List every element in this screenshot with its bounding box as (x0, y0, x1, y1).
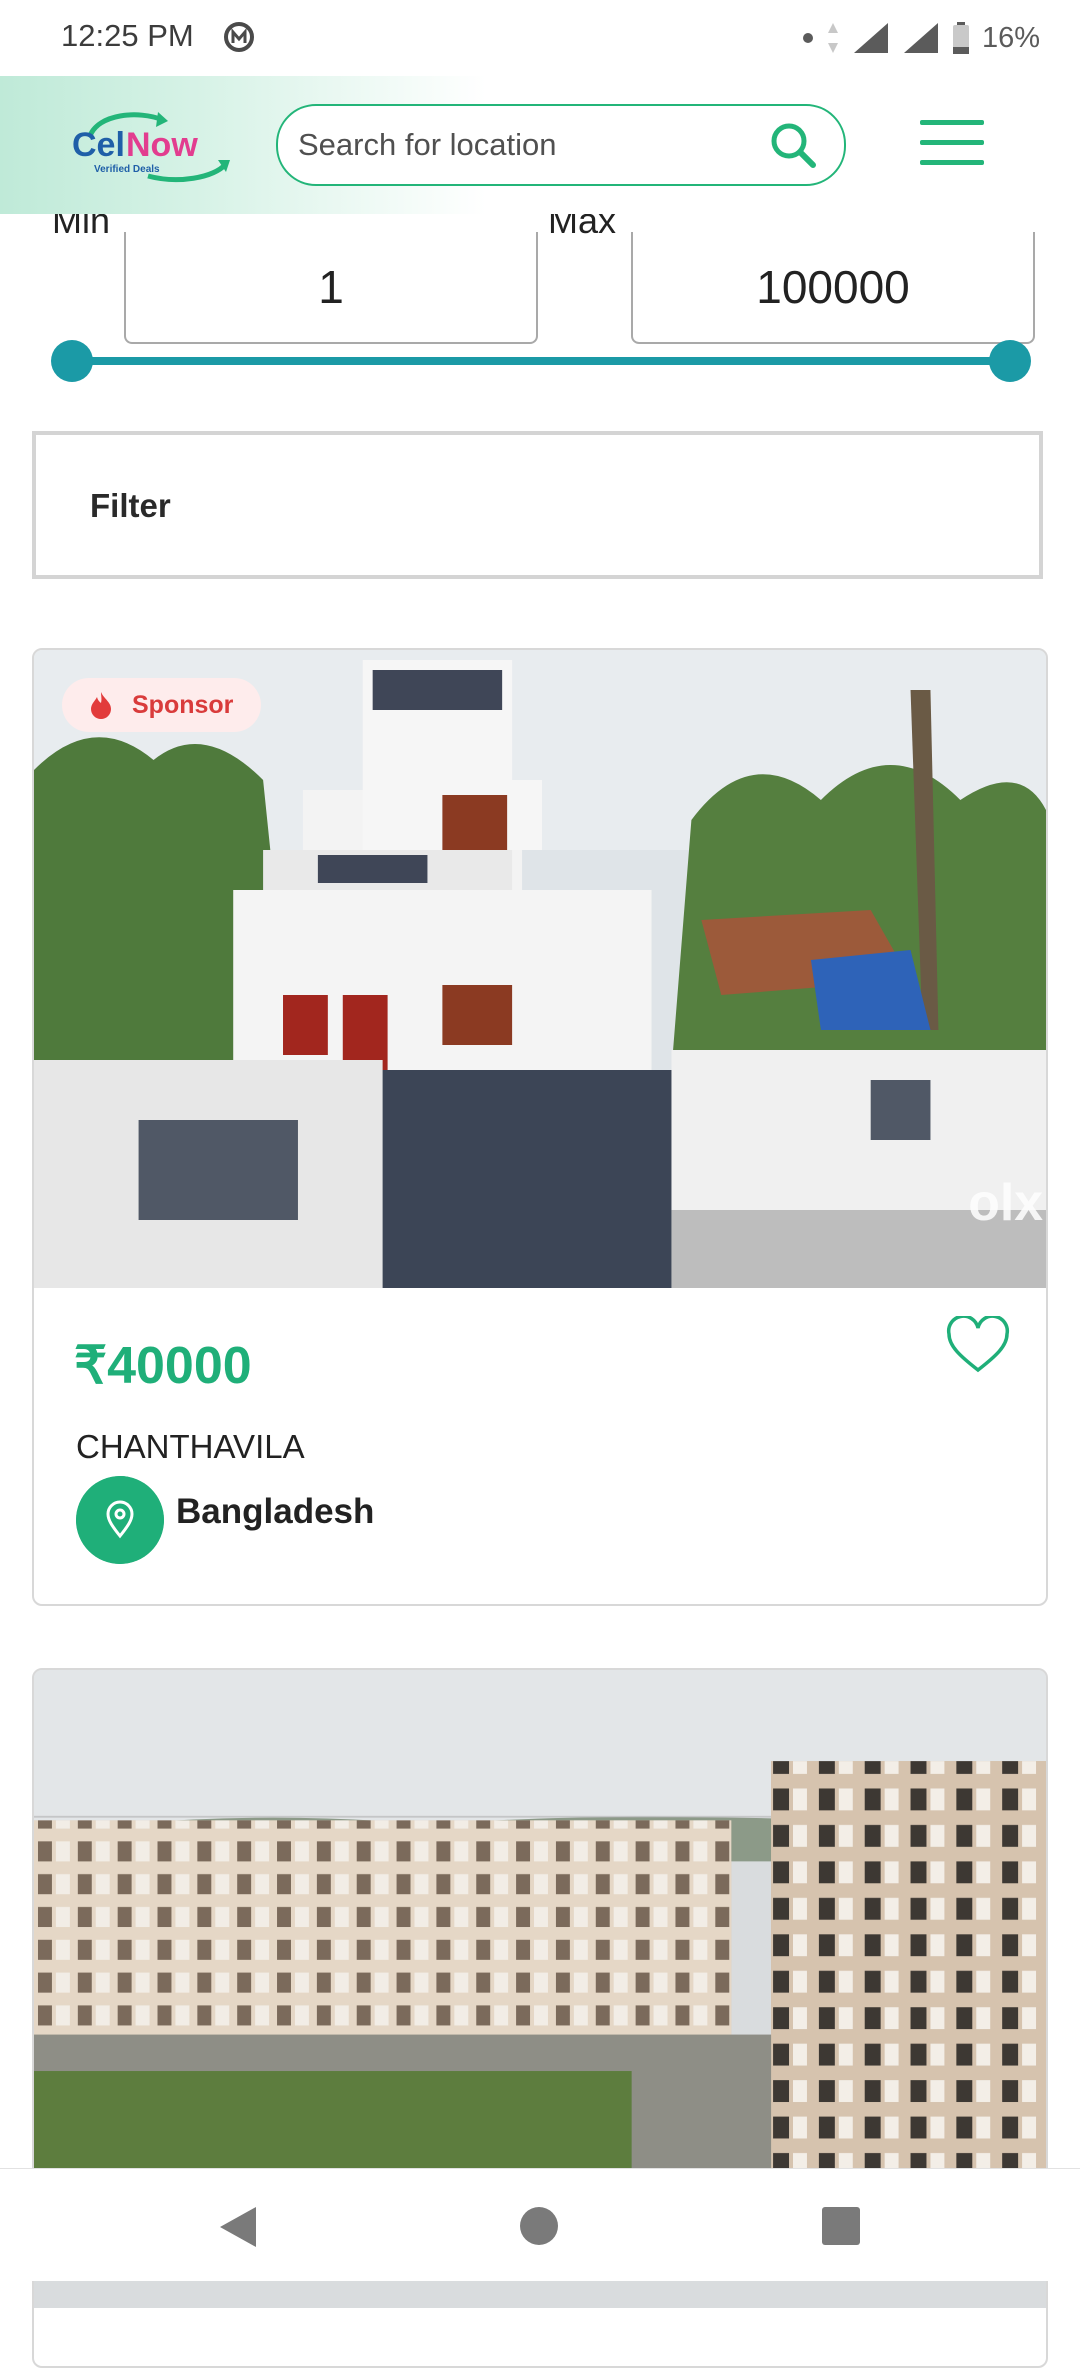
max-price-value: 100000 (756, 261, 910, 313)
min-price-value: 1 (318, 261, 344, 313)
sponsor-badge: Sponsor (62, 678, 262, 732)
celnow-logo[interactable]: Cel Now Verified Deals (68, 108, 238, 188)
listing-price: ₹40000 (74, 1337, 252, 1395)
sponsor-label: Sponsor (132, 691, 234, 719)
status-bar: 12:25 PM 16% (0, 0, 1080, 76)
svg-text:Verified Deals: Verified Deals (94, 164, 160, 175)
location-search (276, 104, 846, 186)
app-header: Cel Now Verified Deals (0, 76, 1080, 214)
signal-2-icon (903, 23, 938, 53)
location-pin-icon (76, 1476, 164, 1564)
svg-text:Now: Now (126, 126, 198, 164)
favorite-heart-icon[interactable] (946, 1316, 1010, 1374)
filter-button[interactable]: Filter (32, 431, 1043, 579)
recents-icon[interactable] (822, 2207, 860, 2245)
battery-percent: 16% (981, 21, 1040, 54)
min-price-input[interactable]: 1 (124, 232, 538, 344)
listing-name: CHANTHAVILA (76, 1428, 305, 1465)
svg-text:olx: olx (968, 1173, 1043, 1231)
listing-photo-house[interactable]: olx (34, 650, 1046, 1288)
status-indicators: 16% (802, 18, 1040, 58)
price-slider-max-thumb[interactable] (989, 340, 1031, 382)
price-slider-track[interactable] (72, 357, 1010, 365)
battery-icon (952, 22, 969, 54)
menu-icon[interactable] (920, 118, 984, 168)
max-price-input[interactable]: 100000 (631, 232, 1035, 344)
svg-text:Cel: Cel (72, 126, 125, 164)
flame-icon (91, 692, 111, 719)
system-nav-bar (0, 2168, 1080, 2281)
home-icon[interactable] (520, 2207, 558, 2245)
filter-label: Filter (90, 487, 171, 524)
price-slider-min-thumb[interactable] (51, 340, 93, 382)
app-notification-icon (224, 22, 254, 52)
dot-icon (802, 33, 813, 43)
status-time: 12:25 PM (61, 18, 194, 53)
signal-icon (853, 23, 888, 53)
listing-location: Bangladesh (176, 1492, 375, 1531)
location-search-input[interactable] (298, 106, 768, 184)
back-icon[interactable] (218, 2205, 258, 2249)
listing-card[interactable]: olx Sponsor ₹40000 CHANTHAVILA Banglades… (32, 648, 1048, 1606)
data-arrows-icon (827, 23, 838, 53)
search-icon[interactable] (768, 120, 818, 170)
